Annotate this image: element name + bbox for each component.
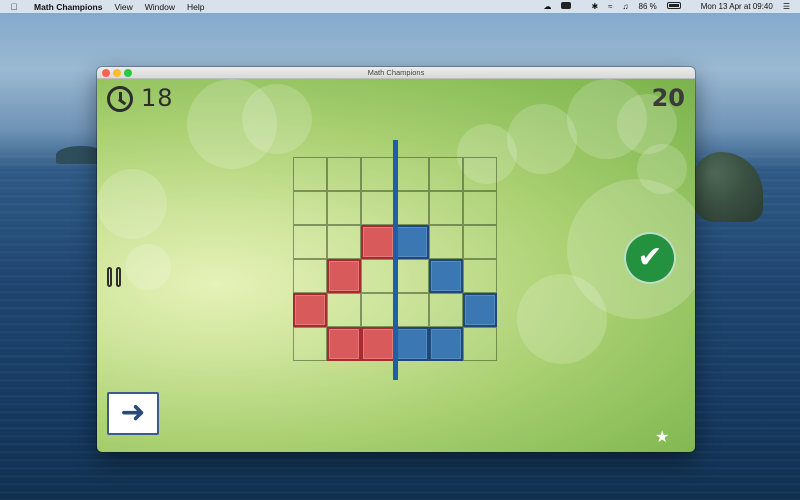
menu-window[interactable]: Window <box>145 2 175 12</box>
grid-cell[interactable] <box>395 191 429 225</box>
grid-cell[interactable] <box>395 293 429 327</box>
check-button[interactable]: ✔ <box>624 232 676 284</box>
minimize-window-button[interactable] <box>113 69 121 77</box>
grid-cell-blue[interactable] <box>395 327 429 361</box>
grid-cell[interactable] <box>293 225 327 259</box>
bluetooth-icon[interactable]: ✱ <box>591 2 598 11</box>
grid-cell[interactable] <box>463 259 497 293</box>
grid-cell[interactable] <box>429 191 463 225</box>
grid-cell[interactable] <box>327 157 361 191</box>
grid-cell[interactable] <box>361 293 395 327</box>
grid-cell-red[interactable] <box>293 293 327 327</box>
control-center-icon[interactable]: ☰ <box>783 2 790 11</box>
grid-cell[interactable] <box>293 327 327 361</box>
cloud-icon[interactable]: ☁ <box>543 2 551 11</box>
grid-cell[interactable] <box>395 157 429 191</box>
bokeh-light <box>125 244 171 290</box>
close-window-button[interactable] <box>102 69 110 77</box>
status-area: ☁ ✱ ≈ ♫ 86 % Mon 13 Apr at 09:40 ☰ <box>543 0 800 13</box>
grid-cell-red[interactable] <box>361 327 395 361</box>
apple-icon[interactable]:  <box>8 2 20 12</box>
game-area: 18 20 ✔ ➜ ★ <box>97 79 695 452</box>
grid-cell[interactable] <box>463 157 497 191</box>
window-titlebar[interactable]: Math Champions <box>97 67 695 79</box>
window-title: Math Champions <box>367 68 425 77</box>
grid-cell[interactable] <box>361 259 395 293</box>
grid-cell[interactable] <box>463 191 497 225</box>
grid-cell[interactable] <box>293 191 327 225</box>
grid-cell[interactable] <box>463 225 497 259</box>
grid-cell[interactable] <box>429 225 463 259</box>
arrow-right-icon: ➜ <box>120 395 146 430</box>
mirror-line <box>393 140 398 380</box>
airplay-icon[interactable] <box>561 2 581 11</box>
grid-cell-blue[interactable] <box>395 225 429 259</box>
bokeh-light <box>517 274 607 364</box>
grid-cell[interactable] <box>395 259 429 293</box>
grid-cell[interactable] <box>361 157 395 191</box>
grid-cell[interactable] <box>327 225 361 259</box>
menu-help[interactable]: Help <box>187 2 204 12</box>
pause-button[interactable] <box>107 267 125 289</box>
grid-cell-blue[interactable] <box>429 327 463 361</box>
grid-cell[interactable] <box>463 327 497 361</box>
star-icon[interactable]: ★ <box>655 427 669 446</box>
volume-icon[interactable]: ♫ <box>623 2 629 11</box>
app-window: Math Champions 18 20 ✔ ➜ ★ <box>97 67 695 452</box>
grid-cell[interactable] <box>293 157 327 191</box>
battery-percentage[interactable]: 86 % <box>639 2 657 11</box>
grid-cell-red[interactable] <box>327 259 361 293</box>
wifi-icon[interactable]: ≈ <box>608 2 612 11</box>
grid-cell-red[interactable] <box>327 327 361 361</box>
grid-cell[interactable] <box>429 293 463 327</box>
score-value: 20 <box>651 84 685 112</box>
grid-cell-blue[interactable] <box>429 259 463 293</box>
grid-cell-red[interactable] <box>361 225 395 259</box>
grid-cell[interactable] <box>327 191 361 225</box>
grid-cell[interactable] <box>293 259 327 293</box>
pause-icon <box>116 267 121 287</box>
maximize-window-button[interactable] <box>124 69 132 77</box>
grid-cell-blue[interactable] <box>463 293 497 327</box>
grid-cell[interactable] <box>429 157 463 191</box>
grid-cell[interactable] <box>361 191 395 225</box>
bokeh-light <box>97 169 167 239</box>
menu-bar:  Math Champions View Window Help ☁ ✱ ≈ … <box>0 0 800 13</box>
grid-cell[interactable] <box>327 293 361 327</box>
menu-app-name[interactable]: Math Champions <box>34 2 102 12</box>
menu-view[interactable]: View <box>114 2 132 12</box>
menu-clock[interactable]: Mon 13 Apr at 09:40 <box>701 2 773 11</box>
timer-value: 18 <box>141 84 174 112</box>
pause-icon <box>107 267 112 287</box>
timer-icon <box>107 86 133 112</box>
check-icon: ✔ <box>637 240 663 275</box>
battery-icon[interactable] <box>666 2 691 11</box>
bokeh-light <box>242 84 312 154</box>
next-button[interactable]: ➜ <box>107 392 159 435</box>
